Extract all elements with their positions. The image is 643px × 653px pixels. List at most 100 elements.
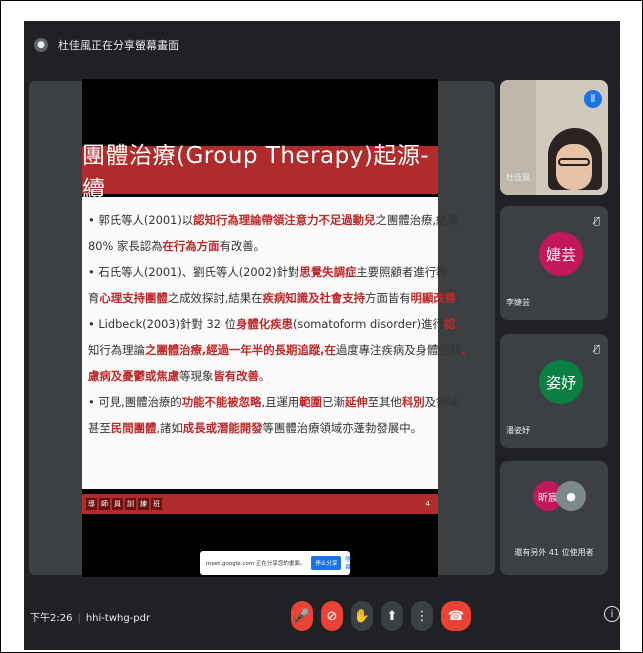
- slide-highlight: 科別: [401, 395, 425, 409]
- slide-text-run: • 可見,團體治療的: [88, 395, 182, 409]
- slide-line: 知行為理論之團體治療,經過一年半的長期追蹤,在過度專注疾病及身體症狀、: [88, 337, 473, 363]
- slide-text-run: • Lidbeck(2003)針對 32 位: [88, 317, 236, 331]
- slide-highlight: 、: [461, 343, 473, 357]
- meeting-info: 下午2:26 | hhi-twhg-pdr: [30, 609, 150, 624]
- slide-text-run: 方面皆有: [365, 291, 411, 305]
- presenter-avatar-icon: ●: [34, 38, 48, 52]
- raise-hand-button[interactable]: ✋: [351, 601, 373, 631]
- other-participants-tile[interactable]: 昕宸 ● 還有另外 41 位使用者: [500, 461, 608, 575]
- slide-highlight: 成長或潛能開發: [182, 421, 263, 435]
- slide-highlight: 皆有改善: [213, 369, 259, 383]
- slide-line: • 石氏等人(2001)、劉氏等人(2002)針對思覺失調症主要照顧者進行教: [88, 259, 448, 285]
- slide-page-number: 4: [425, 500, 430, 508]
- footer-tag: 班: [151, 498, 162, 510]
- footer-tag: 導: [86, 498, 97, 510]
- bottom-bar: 下午2:26 | hhi-twhg-pdr 🎤 ⊘ ✋ ⬆ ⋮ ☎ i: [24, 591, 620, 641]
- slide-highlight: 思覺失調症: [299, 265, 357, 279]
- stop-sharing-button[interactable]: 停止分享: [311, 556, 342, 570]
- slide-highlight: 慮病及憂鬱或焦慮: [88, 369, 180, 383]
- slide-footer: 導師員訓練班 4: [82, 494, 438, 514]
- footer-tags: 導師員訓練班: [86, 498, 162, 510]
- slide-highlight: 認知行為理論帶領注意力不足過動兒: [193, 213, 376, 227]
- meet-window: ● 杜佳風正在分享螢幕畫面 團體治療(Group Therapy)起源-續 • …: [24, 21, 620, 650]
- more-options-icon[interactable]: ⋮: [411, 601, 433, 631]
- slide-highlight: 心理支持團體: [99, 291, 168, 305]
- participant-tile-speaker[interactable]: ⦀ 杜佳風: [500, 80, 608, 195]
- slide-text-run: 知行為理論: [88, 343, 145, 357]
- slide-text-run: 。: [258, 369, 271, 383]
- slide-text: • 郭氏等人(2001)以認知行為理論帶領注意力不足過動兒之團體治療,結果 80%…: [88, 207, 473, 441]
- slide-text-run: 過度專注疾病及身體症狀: [335, 343, 462, 357]
- slide-highlight: 延伸: [344, 395, 368, 409]
- meeting-code: hhi-twhg-pdr: [85, 612, 151, 624]
- slide-highlight: 身體化疾患: [235, 317, 293, 331]
- slide-text-run: 育: [88, 291, 100, 305]
- present-now-button[interactable]: ⬆: [381, 601, 403, 631]
- others-count-label: 還有另外 41 位使用者: [514, 548, 594, 557]
- slide-text-run: 已漸: [322, 395, 345, 409]
- mic-off-icon: 🎙̸: [593, 344, 600, 355]
- slide-line: • 郭氏等人(2001)以認知行為理論帶領注意力不足過動兒之團體治療,結果: [88, 207, 459, 233]
- footer-tag: 練: [138, 498, 149, 510]
- participant-video-face: [556, 144, 592, 190]
- slide-text-run: 主要照顧者進行教: [356, 265, 448, 279]
- slide-text-run: 等現象: [179, 369, 214, 383]
- slide-line: 慮病及憂鬱或焦慮等現象皆有改善。: [88, 363, 432, 389]
- top-bar: ● 杜佳風正在分享螢幕畫面: [24, 21, 620, 69]
- participant-tile[interactable]: 🎙̸ 婕芸 李婕芸: [500, 206, 608, 320]
- slide-title: 團體治療(Group Therapy)起源-續: [82, 143, 438, 203]
- call-controls: 🎤 ⊘ ✋ ⬆ ⋮ ☎: [291, 601, 471, 631]
- share-banner: meet.google.com 正在分享您的畫面。 停止分享 隱藏: [200, 551, 351, 575]
- avatar: 姿妤: [539, 360, 583, 404]
- slide-line: 80% 家長認為在行為方面有改善。: [88, 233, 432, 259]
- hide-banner-button[interactable]: 隱藏: [345, 555, 351, 571]
- slide-highlight: 疾病知識及社會支持: [262, 291, 366, 305]
- slide-line: • Lidbeck(2003)針對 32 位身體化疾患(somatoform d…: [88, 311, 455, 337]
- slide-line: • 可見,團體治療的功能不能被忽略,且運用範圍已漸延伸至其他科別及領域,: [88, 389, 462, 415]
- slide-text-run: ;: [456, 291, 461, 305]
- participant-video-glasses: [558, 158, 590, 166]
- footer-tag: 員: [112, 498, 123, 510]
- slide-text-run: 及領域,: [424, 395, 463, 409]
- slide-text-run: (somatoform disorder)進行: [292, 317, 444, 331]
- slide-text-run: 之成效探討,結果在: [167, 291, 263, 305]
- slide-highlight: 功能不能被忽略: [181, 395, 262, 409]
- slide-text-run: 等團體治療領域亦蓬勃發展中。: [262, 421, 423, 435]
- slide-text-run: ,且運用: [261, 395, 300, 409]
- slide-highlight: 範圍: [299, 395, 323, 409]
- slide-text-run: 甚至: [88, 421, 111, 435]
- slide-text-run: 之團體治療,結果: [375, 213, 459, 227]
- footer-tag: 訓: [125, 498, 136, 510]
- current-time: 下午2:26: [30, 612, 73, 624]
- avatar-photo: ●: [556, 481, 586, 511]
- share-banner-text: meet.google.com 正在分享您的畫面。: [206, 561, 306, 567]
- participant-name: 李婕芸: [506, 298, 530, 307]
- separator: |: [77, 612, 81, 624]
- slide-highlight: 民間團體: [110, 421, 157, 435]
- leave-call-button[interactable]: ☎: [441, 601, 471, 631]
- participant-name: 潘姿妤: [506, 426, 530, 435]
- mic-off-icon: 🎙̸: [593, 216, 600, 227]
- slide-highlight: 認: [443, 317, 456, 331]
- participant-tile[interactable]: 🎙̸ 姿妤 潘姿妤: [500, 334, 608, 448]
- slide-text-run: • 石氏等人(2001)、劉氏等人(2002)針對: [88, 265, 300, 279]
- slide-highlight: 在行為方面: [162, 239, 220, 253]
- slide-text-run: 至其他: [367, 395, 402, 409]
- slide-text-run: 有改善。: [219, 239, 266, 253]
- slide-text-run: ,諸如: [156, 421, 183, 435]
- slide-line: 育心理支持團體之成效探討,結果在疾病知識及社會支持方面皆有明顯改善;: [88, 285, 460, 311]
- slide-text-run: 80% 家長認為: [88, 239, 163, 253]
- slide-line: 甚至民間團體,諸如成長或潛能開發等團體治療領域亦蓬勃發展中。: [88, 415, 432, 441]
- microphone-off-button[interactable]: 🎤: [291, 601, 313, 631]
- participant-name: 杜佳風: [506, 173, 530, 182]
- slide-text-run: • 郭氏等人(2001)以: [88, 213, 194, 227]
- meeting-details-icon[interactable]: i: [604, 606, 620, 622]
- slide-highlight: 明顯改善: [410, 291, 457, 305]
- footer-tag: 師: [99, 498, 110, 510]
- slide-body: • 郭氏等人(2001)以認知行為理論帶領注意力不足過動兒之團體治療,結果 80%…: [82, 197, 473, 489]
- avatar: 婕芸: [539, 232, 583, 276]
- speaking-indicator-icon: ⦀: [584, 90, 602, 108]
- camera-off-button[interactable]: ⊘: [321, 601, 343, 631]
- presenting-text: 杜佳風正在分享螢幕畫面: [58, 39, 179, 52]
- shared-slide: 團體治療(Group Therapy)起源-續 • 郭氏等人(2001)以認知行…: [82, 79, 473, 577]
